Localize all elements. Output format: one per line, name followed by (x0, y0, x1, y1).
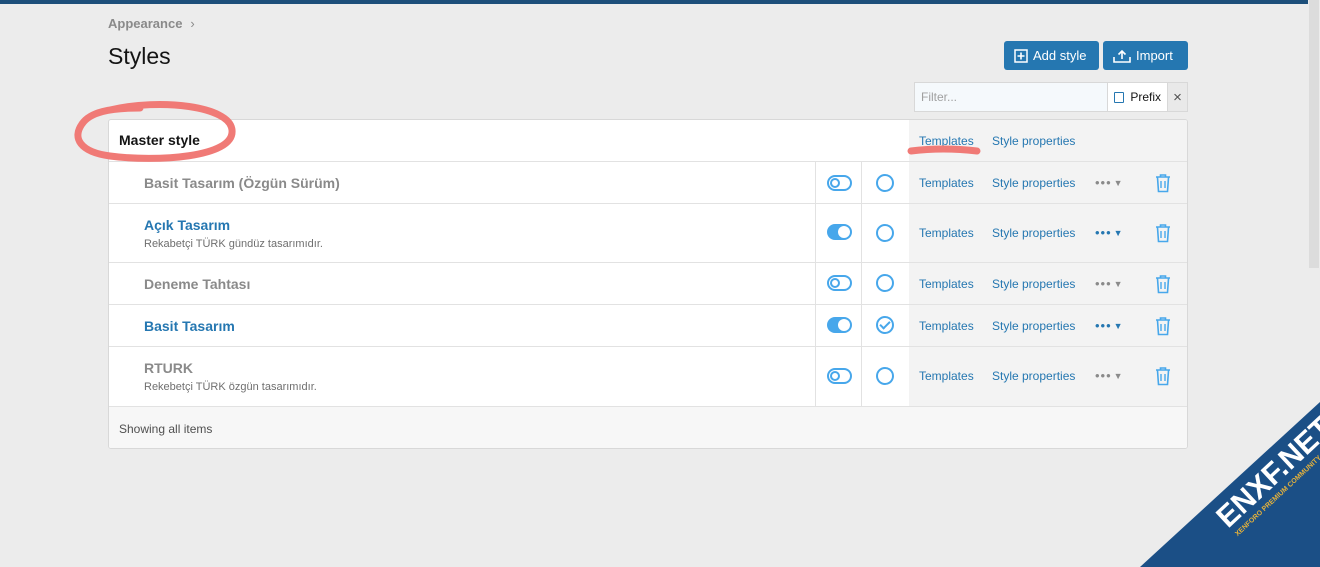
master-style-row: Master style Templates Style properties (109, 120, 1187, 162)
style-description: Rekebetçi TÜRK özgün tasarımıdır. (144, 381, 317, 393)
style-default-cell (862, 162, 909, 203)
style-enable-toggle[interactable] (827, 224, 852, 240)
style-enable-cell (815, 305, 862, 346)
scrollbar-thumb[interactable] (1309, 0, 1319, 268)
style-enable-cell (815, 162, 862, 203)
trash-icon[interactable] (1155, 316, 1171, 336)
style-title[interactable]: Basit Tasarım (Özgün Sürüm) (144, 175, 340, 191)
style-row: Deneme Tahtası Templates Style propertie… (109, 263, 1187, 305)
default-style-radio[interactable] (876, 224, 894, 242)
style-default-cell (862, 305, 909, 346)
templates-link[interactable]: Templates (919, 226, 974, 240)
styles-list-panel: Master style Templates Style properties … (108, 119, 1188, 449)
default-style-radio-checked[interactable] (876, 316, 894, 334)
style-actions: Templates Style properties ••• ▼ (909, 305, 1187, 346)
style-default-cell (862, 263, 909, 304)
default-style-radio[interactable] (876, 274, 894, 292)
style-description: Rekabetçi TÜRK gündüz tasarımıdır. (144, 238, 323, 250)
watermark-text: ENXF.NET (1210, 411, 1320, 534)
master-style-title[interactable]: Master style (119, 132, 200, 148)
page-scrollbar[interactable] (1308, 0, 1320, 567)
style-enable-cell (815, 204, 862, 262)
prefix-label: Prefix (1130, 90, 1161, 104)
item-count-text: Showing all items (119, 422, 213, 436)
trash-icon[interactable] (1155, 223, 1171, 243)
templates-link[interactable]: Templates (919, 176, 974, 190)
style-row: Açık Tasarım Rekabetçi TÜRK gündüz tasar… (109, 204, 1187, 263)
chevron-down-icon: ▼ (1113, 321, 1124, 331)
templates-link[interactable]: Templates (919, 277, 974, 291)
default-style-radio[interactable] (876, 174, 894, 192)
trash-icon[interactable] (1155, 173, 1171, 193)
style-enable-cell (815, 263, 862, 304)
close-icon: × (1173, 88, 1182, 106)
import-label: Import (1136, 48, 1173, 63)
master-templates-link[interactable]: Templates (919, 134, 974, 148)
upload-icon (1113, 49, 1131, 63)
style-row: Basit Tasarım Templates Style properties… (109, 305, 1187, 347)
trash-icon[interactable] (1155, 366, 1171, 386)
style-title[interactable]: Deneme Tahtası (144, 276, 250, 292)
style-actions: Templates Style properties ••• ▼ (909, 204, 1187, 262)
breadcrumb-separator-icon: › (190, 16, 195, 31)
style-enable-cell (815, 347, 862, 406)
templates-link[interactable]: Templates (919, 369, 974, 383)
more-menu-button[interactable]: ••• ▼ (1095, 175, 1124, 190)
style-title[interactable]: RTURK (144, 360, 193, 376)
master-style-actions: Templates Style properties (909, 120, 1187, 161)
more-menu-button[interactable]: ••• ▼ (1095, 276, 1124, 291)
style-properties-link[interactable]: Style properties (992, 369, 1075, 383)
style-properties-link[interactable]: Style properties (992, 277, 1075, 291)
more-menu-button[interactable]: ••• ▼ (1095, 368, 1124, 383)
style-row: Basit Tasarım (Özgün Sürüm) Templates St… (109, 162, 1187, 204)
more-menu-button[interactable]: ••• ▼ (1095, 318, 1124, 333)
chevron-down-icon: ▼ (1113, 228, 1124, 238)
chevron-down-icon: ▼ (1113, 178, 1124, 188)
style-title[interactable]: Açık Tasarım (144, 217, 230, 233)
style-title[interactable]: Basit Tasarım (144, 318, 235, 334)
style-properties-link[interactable]: Style properties (992, 319, 1075, 333)
default-style-radio[interactable] (876, 367, 894, 385)
plus-square-icon (1014, 48, 1028, 63)
breadcrumb-appearance[interactable]: Appearance (108, 16, 182, 31)
top-accent-bar (0, 0, 1308, 4)
trash-icon[interactable] (1155, 274, 1171, 294)
style-default-cell (862, 347, 909, 406)
style-properties-link[interactable]: Style properties (992, 226, 1075, 240)
style-actions: Templates Style properties ••• ▼ (909, 162, 1187, 203)
list-footer: Showing all items (109, 406, 1187, 448)
breadcrumb[interactable]: Appearance › (108, 16, 195, 31)
filter-bar: Prefix × (914, 82, 1188, 112)
style-properties-link[interactable]: Style properties (992, 176, 1075, 190)
import-button[interactable]: Import (1103, 41, 1188, 70)
page-title: Styles (108, 43, 171, 69)
more-menu-button[interactable]: ••• ▼ (1095, 225, 1124, 240)
checkbox-icon (1114, 91, 1125, 103)
clear-filter-button[interactable]: × (1168, 83, 1187, 111)
prefix-checkbox[interactable]: Prefix (1108, 83, 1168, 111)
style-enable-toggle[interactable] (827, 317, 852, 333)
style-default-cell (862, 204, 909, 262)
style-actions: Templates Style properties ••• ▼ (909, 263, 1187, 304)
add-style-label: Add style (1033, 48, 1087, 63)
style-enable-toggle[interactable] (827, 275, 852, 291)
chevron-down-icon: ▼ (1113, 279, 1124, 289)
chevron-down-icon: ▼ (1113, 371, 1124, 381)
templates-link[interactable]: Templates (919, 319, 974, 333)
filter-input[interactable] (915, 83, 1108, 111)
style-actions: Templates Style properties ••• ▼ (909, 347, 1187, 406)
master-style-properties-link[interactable]: Style properties (992, 134, 1075, 148)
style-enable-toggle[interactable] (827, 175, 852, 191)
style-enable-toggle[interactable] (827, 368, 852, 384)
style-row: RTURK Rekebetçi TÜRK özgün tasarımıdır. … (109, 347, 1187, 406)
add-style-button[interactable]: Add style (1004, 41, 1099, 70)
